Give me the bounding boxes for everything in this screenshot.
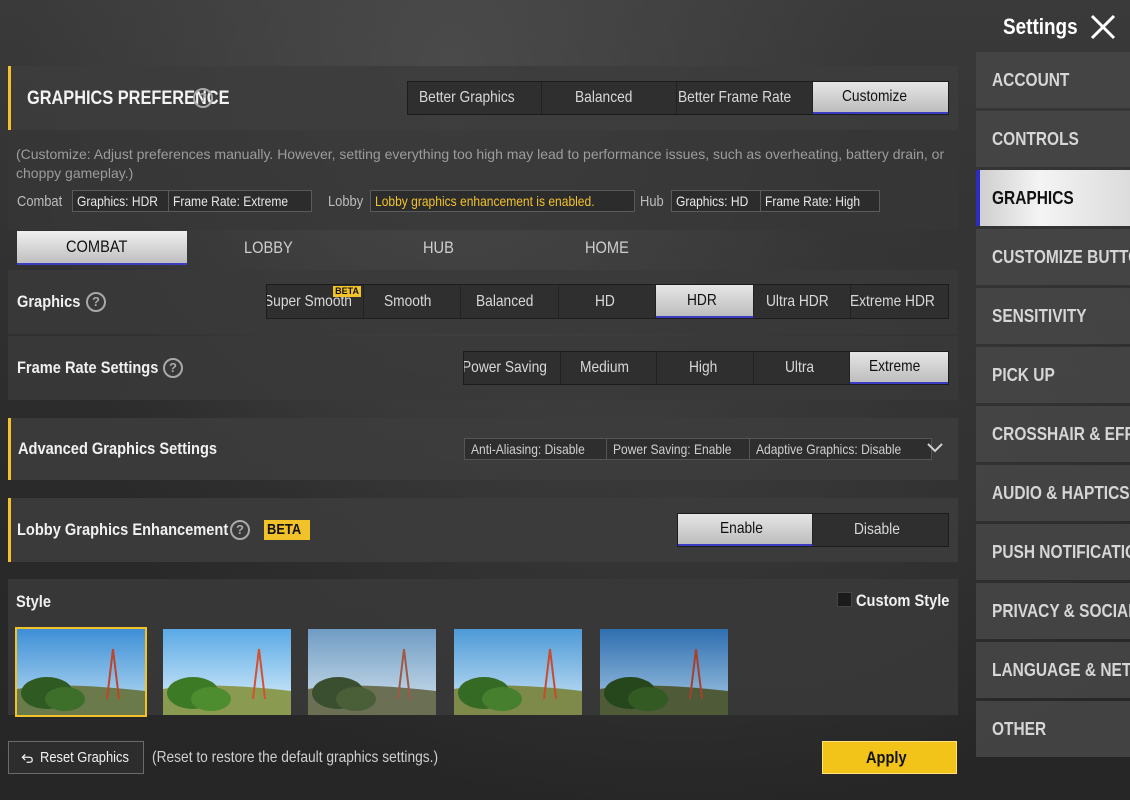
reset-note: (Reset to restore the default graphics s… xyxy=(152,749,439,766)
sidebar-item-customize-button[interactable]: CUSTOMIZE BUTTON xyxy=(976,229,1130,285)
summary-hub-graphics: Graphics: HD xyxy=(671,190,766,212)
beta-badge: BETA xyxy=(264,520,310,540)
undo-icon xyxy=(21,753,33,763)
style-thumbnail[interactable] xyxy=(163,629,291,715)
description-panel: (Customize: Adjust preferences manually.… xyxy=(8,130,958,230)
style-thumbnail[interactable] xyxy=(600,629,728,715)
sidebar-item-push-notifications[interactable]: PUSH NOTIFICATIONS xyxy=(976,524,1130,580)
style-thumbnail[interactable] xyxy=(15,627,147,717)
sidebar-item-graphics[interactable]: GRAPHICS xyxy=(976,170,1130,226)
summary-combat-framerate: Frame Rate: Extreme xyxy=(168,190,312,212)
frame-rate-selector: Power Saving Medium High Ultra Extreme xyxy=(463,351,949,385)
preference-balanced[interactable]: Balanced xyxy=(542,82,677,114)
apply-button[interactable]: Apply xyxy=(822,741,957,774)
lobby-enhancement-label: Lobby Graphics Enhancement xyxy=(17,520,229,539)
sidebar-item-privacy-social[interactable]: PRIVACY & SOCIAL xyxy=(976,583,1130,639)
lobby-enhancement-enable[interactable]: Enable xyxy=(678,514,813,546)
advanced-graphics-label: Advanced Graphics Settings xyxy=(18,439,218,458)
graphics-smooth[interactable]: Smooth xyxy=(364,285,461,318)
tab-hub[interactable]: HUB xyxy=(356,231,526,265)
summary-lobby-label: Lobby xyxy=(328,192,364,210)
frame-rate-power-saving[interactable]: Power Saving xyxy=(464,352,561,384)
frame-rate-extreme[interactable]: Extreme xyxy=(850,352,949,384)
summary-combat-label: Combat xyxy=(17,192,63,210)
help-icon[interactable]: ? xyxy=(163,358,183,378)
summary-combat-graphics: Graphics: HDR xyxy=(72,190,177,212)
style-thumbnail[interactable] xyxy=(454,629,582,715)
summary-hub-label: Hub xyxy=(640,192,664,210)
advanced-chip-adaptive-graphics: Adaptive Graphics: Disable xyxy=(749,438,932,460)
graphics-label: Graphics xyxy=(17,292,81,311)
preference-customize[interactable]: Customize xyxy=(812,82,948,114)
lobby-enhancement-toggle: Enable Disable xyxy=(677,513,949,547)
beta-tag: BETA xyxy=(333,286,361,297)
graphics-hdr[interactable]: HDR xyxy=(656,285,754,318)
advanced-chip-power-saving: Power Saving: Enable xyxy=(606,438,758,460)
help-icon[interactable]: ? xyxy=(193,88,213,108)
sidebar-item-audio-haptics[interactable]: AUDIO & HAPTICS xyxy=(976,465,1130,521)
chevron-down-icon[interactable] xyxy=(926,439,944,457)
graphics-preference-selector: Better Graphics Balanced Better Frame Ra… xyxy=(407,81,949,115)
mode-tabs: COMBAT LOBBY HUB HOME xyxy=(17,231,947,265)
style-label: Style xyxy=(16,592,51,611)
sidebar-item-other[interactable]: OTHER xyxy=(976,701,1130,757)
graphics-preference-title: GRAPHICS PREFERENCE xyxy=(27,88,230,109)
graphics-hd[interactable]: HD xyxy=(559,285,656,318)
tab-combat[interactable]: COMBAT xyxy=(17,231,187,265)
frame-rate-high[interactable]: High xyxy=(657,352,754,384)
graphics-super-smooth[interactable]: Super Smooth BETA xyxy=(267,285,364,318)
custom-style-label: Custom Style xyxy=(856,591,950,610)
help-icon[interactable]: ? xyxy=(86,292,106,312)
sidebar-item-pick-up[interactable]: PICK UP xyxy=(976,347,1130,403)
tab-home[interactable]: HOME xyxy=(525,231,695,265)
reset-graphics-button[interactable]: Reset Graphics xyxy=(8,741,144,774)
customize-description: (Customize: Adjust preferences manually.… xyxy=(16,146,945,181)
graphics-balanced[interactable]: Balanced xyxy=(461,285,559,318)
preference-better-graphics[interactable]: Better Graphics xyxy=(408,82,542,114)
graphics-quality-selector: Super Smooth BETA Smooth Balanced HD HDR… xyxy=(266,284,949,319)
sidebar-item-controls[interactable]: CONTROLS xyxy=(976,111,1130,167)
frame-rate-ultra[interactable]: Ultra xyxy=(754,352,851,384)
tab-lobby[interactable]: LOBBY xyxy=(187,231,357,265)
lobby-enhancement-disable[interactable]: Disable xyxy=(813,514,948,546)
graphics-ultra-hdr[interactable]: Ultra HDR xyxy=(754,285,851,318)
graphics-extreme-hdr[interactable]: Extreme HDR xyxy=(851,285,948,318)
advanced-chip-anti-aliasing: Anti-Aliasing: Disable xyxy=(464,438,611,460)
frame-rate-label: Frame Rate Settings xyxy=(17,358,159,377)
sidebar-item-account[interactable]: ACCOUNT xyxy=(976,52,1130,108)
sidebar-item-crosshair-effects[interactable]: CROSSHAIR & EFFECTS xyxy=(976,406,1130,462)
reset-graphics-label: Reset Graphics xyxy=(39,749,129,766)
settings-title: Settings xyxy=(1003,14,1078,39)
close-icon[interactable] xyxy=(1088,12,1118,42)
custom-style-checkbox[interactable] xyxy=(837,592,852,607)
summary-lobby-note: Lobby graphics enhancement is enabled. xyxy=(370,190,636,212)
help-icon[interactable]: ? xyxy=(230,520,250,540)
preference-better-frame-rate[interactable]: Better Frame Rate xyxy=(677,82,813,114)
sidebar-item-sensitivity[interactable]: SENSITIVITY xyxy=(976,288,1130,344)
summary-hub-framerate: Frame Rate: High xyxy=(760,190,881,212)
sidebar-item-language-network[interactable]: LANGUAGE & NETWORK xyxy=(976,642,1130,698)
frame-rate-medium[interactable]: Medium xyxy=(561,352,658,384)
style-thumbnail[interactable] xyxy=(308,629,436,715)
